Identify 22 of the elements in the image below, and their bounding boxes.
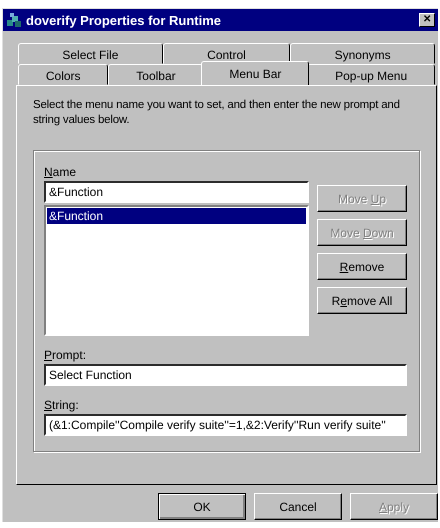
string-field[interactable]: (&1:Compile''Compile verify suite''=1,&2:Verify''Run verify suite'' [44, 414, 407, 436]
close-button[interactable]: ✕ [419, 13, 435, 27]
dialog-button[interactable]: Cancel [254, 493, 342, 520]
tab[interactable]: Colors [18, 64, 108, 85]
tab[interactable]: Toolbar [108, 64, 204, 85]
name-label: Name [44, 165, 76, 179]
name-field[interactable]: &Function [44, 181, 309, 203]
tab[interactable]: Menu Bar [201, 61, 310, 85]
dialog-button[interactable]: OK [158, 493, 246, 520]
tab[interactable]: Select File [18, 43, 163, 64]
string-label: String: [44, 398, 79, 412]
list-button[interactable]: Remove [317, 253, 407, 280]
cubes-icon [6, 12, 22, 28]
prompt-label: Prompt: [44, 348, 86, 362]
tab[interactable]: Control [162, 43, 290, 64]
tab[interactable]: Synonyms [290, 43, 435, 64]
tab[interactable]: Pop-up Menu [307, 64, 435, 85]
instructions-text: Select the menu name you want to set, and then enter the new prompt and string values below. [33, 98, 401, 128]
prompt-field[interactable]: Select Function [44, 364, 407, 386]
list-button[interactable]: Remove All [317, 287, 407, 314]
list-item[interactable]: &Function [47, 208, 306, 224]
window-title: doverify Properties for Runtime [26, 12, 222, 28]
